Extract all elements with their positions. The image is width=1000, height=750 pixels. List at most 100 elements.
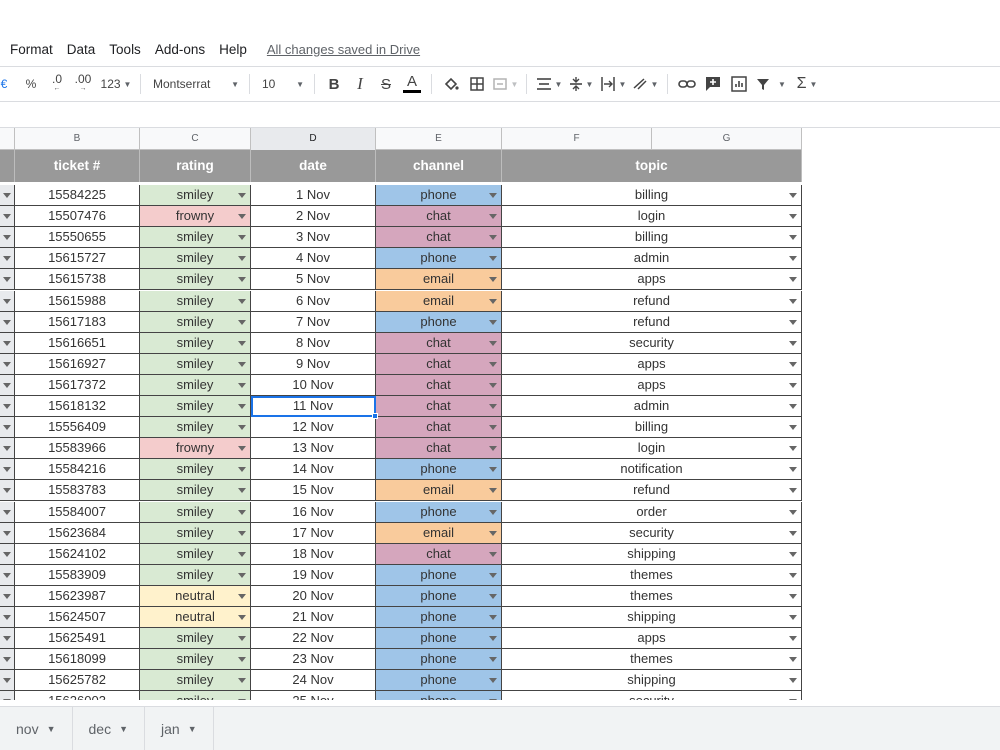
cell-topic[interactable]: security — [502, 522, 802, 544]
cell-channel[interactable]: chat — [376, 353, 502, 375]
cell-date[interactable]: 9 Nov — [251, 353, 376, 375]
cell-date[interactable]: 3 Nov — [251, 227, 376, 249]
column-header-g[interactable]: G — [652, 128, 802, 150]
dropdown-arrow-icon[interactable] — [489, 214, 497, 220]
cell-channel[interactable]: phone — [376, 585, 502, 607]
cell-a[interactable] — [0, 649, 15, 671]
cell-channel[interactable]: email — [376, 290, 502, 312]
fill-handle[interactable] — [372, 413, 378, 419]
cell-rating[interactable]: smiley — [140, 290, 251, 312]
font-family-dropdown[interactable]: Montserrat ▼ — [147, 72, 243, 96]
cell-date[interactable]: 13 Nov — [251, 438, 376, 460]
cell-date[interactable]: 4 Nov — [251, 248, 376, 270]
cell-date[interactable]: 20 Nov — [251, 585, 376, 607]
strikethrough-button[interactable]: S — [373, 72, 399, 96]
dropdown-arrow-icon[interactable] — [789, 636, 797, 642]
cell-date[interactable]: 14 Nov — [251, 459, 376, 481]
cell-date[interactable]: 10 Nov — [251, 374, 376, 396]
header-cell-a[interactable] — [0, 150, 15, 182]
cell-ticket[interactable]: 15624507 — [15, 607, 140, 628]
menu-addons[interactable]: Add-ons — [155, 42, 205, 57]
dropdown-arrow-icon[interactable] — [789, 467, 797, 473]
dropdown-arrow-icon[interactable] — [3, 298, 11, 304]
cell-rating[interactable]: smiley — [140, 248, 251, 270]
cell-date[interactable]: 15 Nov — [251, 480, 376, 502]
cell-a[interactable] — [0, 628, 15, 650]
cell-channel[interactable]: chat — [376, 396, 502, 417]
text-color-button[interactable]: A — [399, 72, 425, 96]
cell-topic[interactable]: apps — [502, 353, 802, 375]
dropdown-arrow-icon[interactable] — [789, 509, 797, 515]
column-header-a[interactable] — [0, 128, 15, 150]
column-header-f[interactable]: F — [502, 128, 652, 150]
cell-rating[interactable]: smiley — [140, 691, 251, 700]
cell-rating[interactable]: smiley — [140, 522, 251, 544]
cell-topic[interactable]: login — [502, 206, 802, 228]
cell-topic[interactable]: notification — [502, 459, 802, 481]
cell-a[interactable] — [0, 670, 15, 692]
insert-comment-icon[interactable] — [700, 72, 726, 96]
cell-channel[interactable]: phone — [376, 649, 502, 671]
dropdown-arrow-icon[interactable] — [238, 235, 246, 241]
dropdown-arrow-icon[interactable] — [489, 277, 497, 283]
column-header-e[interactable]: E — [376, 128, 502, 150]
dropdown-arrow-icon[interactable] — [3, 425, 11, 431]
dropdown-arrow-icon[interactable] — [489, 509, 497, 515]
cell-channel[interactable]: chat — [376, 332, 502, 354]
cell-topic[interactable]: security — [502, 691, 802, 700]
dropdown-arrow-icon[interactable] — [238, 404, 246, 409]
cell-date[interactable]: 21 Nov — [251, 607, 376, 628]
cell-rating[interactable]: smiley — [140, 185, 251, 206]
cell-topic[interactable]: apps — [502, 374, 802, 396]
cell-rating[interactable]: smiley — [140, 353, 251, 375]
dropdown-arrow-icon[interactable] — [238, 298, 246, 304]
cell-rating[interactable]: smiley — [140, 628, 251, 650]
cell-rating[interactable]: frowny — [140, 438, 251, 460]
dropdown-arrow-icon[interactable] — [3, 193, 11, 198]
bold-button[interactable]: B — [321, 72, 347, 96]
cell-a[interactable] — [0, 459, 15, 481]
dropdown-arrow-icon[interactable] — [238, 256, 246, 262]
cell-ticket[interactable]: 15616651 — [15, 332, 140, 354]
cell-a[interactable] — [0, 480, 15, 502]
cell-date[interactable]: 12 Nov — [251, 417, 376, 439]
dropdown-arrow-icon[interactable] — [489, 551, 497, 557]
cell-channel[interactable]: phone — [376, 185, 502, 206]
menu-tools[interactable]: Tools — [109, 42, 141, 57]
cell-topic[interactable]: admin — [502, 248, 802, 270]
cell-ticket[interactable]: 15618099 — [15, 649, 140, 671]
cell-a[interactable] — [0, 585, 15, 607]
dropdown-arrow-icon[interactable] — [789, 593, 797, 599]
dropdown-arrow-icon[interactable] — [789, 298, 797, 304]
dropdown-arrow-icon[interactable] — [489, 404, 497, 409]
dropdown-arrow-icon[interactable] — [238, 678, 246, 684]
cell-topic[interactable]: apps — [502, 269, 802, 291]
dropdown-arrow-icon[interactable] — [3, 657, 11, 663]
cell-date[interactable]: 7 Nov — [251, 311, 376, 333]
cell-a[interactable] — [0, 417, 15, 439]
dropdown-arrow-icon[interactable] — [489, 488, 497, 494]
dropdown-arrow-icon[interactable] — [238, 382, 246, 388]
cell-a[interactable] — [0, 311, 15, 333]
cell-ticket[interactable]: 15584216 — [15, 459, 140, 481]
cell-date[interactable]: 25 Nov — [251, 691, 376, 700]
dropdown-arrow-icon[interactable] — [789, 699, 797, 700]
cell-ticket[interactable]: 15626003 — [15, 691, 140, 700]
dropdown-arrow-icon[interactable] — [238, 214, 246, 220]
dropdown-arrow-icon[interactable] — [238, 593, 246, 599]
cell-rating[interactable]: neutral — [140, 607, 251, 628]
cell-topic[interactable]: themes — [502, 649, 802, 671]
dropdown-arrow-icon[interactable] — [238, 446, 246, 452]
cell-date[interactable]: 16 Nov — [251, 501, 376, 523]
dropdown-arrow-icon[interactable] — [789, 319, 797, 325]
tab-nov[interactable]: nov ▼ — [0, 707, 73, 750]
dropdown-arrow-icon[interactable] — [789, 256, 797, 262]
header-channel[interactable]: channel — [376, 150, 502, 182]
dropdown-arrow-icon[interactable] — [238, 699, 246, 700]
dropdown-arrow-icon[interactable] — [789, 572, 797, 578]
dropdown-arrow-icon[interactable] — [789, 214, 797, 220]
dropdown-arrow-icon[interactable] — [789, 446, 797, 452]
dropdown-arrow-icon[interactable] — [3, 382, 11, 388]
dropdown-arrow-icon[interactable] — [789, 193, 797, 198]
cell-rating[interactable]: smiley — [140, 543, 251, 565]
